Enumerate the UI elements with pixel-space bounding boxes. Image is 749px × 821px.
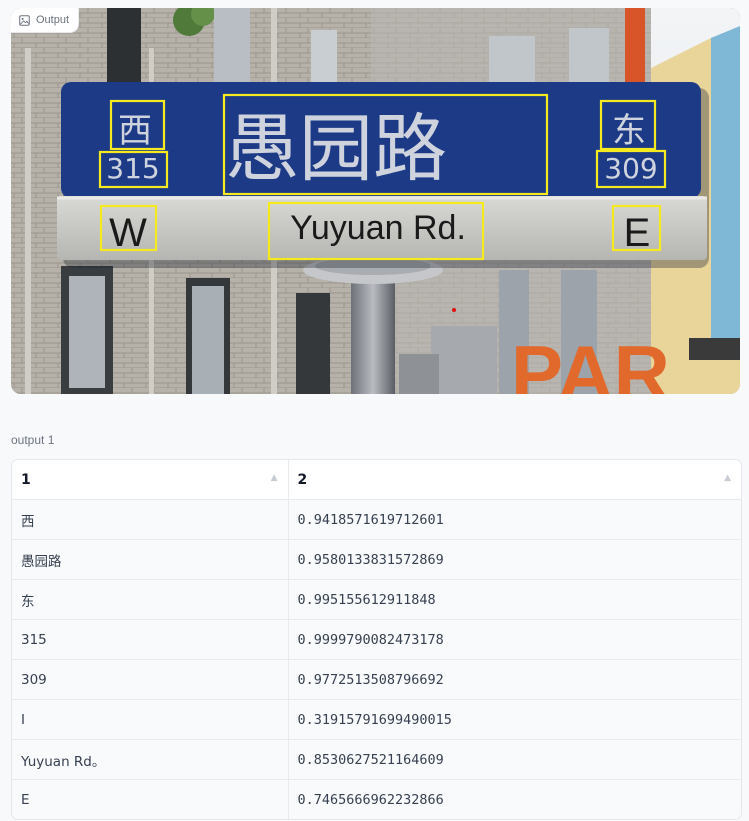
image-icon [19,14,30,26]
table-cell-score[interactable]: 0.7465666962232866 [288,780,741,820]
sort-icon[interactable]: ▲ [271,473,278,483]
table-cell-score[interactable]: 0.995155612911848 [288,579,741,620]
table-row: Yuyuan Rd。 0.8530627521164609 [12,739,741,780]
table-cell-text[interactable]: 315 [12,619,289,660]
east-char: 东 [612,111,646,151]
column-header-label: 1 [21,471,31,488]
east-letter: E [624,211,651,255]
table-row: 315 0.9999790082473178 [12,619,741,660]
column-header-1[interactable]: 1 ▲ [12,460,289,500]
sort-icon[interactable]: ▲ [724,473,731,483]
english-road-name: Yuyuan Rd. [290,209,466,247]
table-row: I 0.31915791699490015 [12,699,741,740]
table-cell-score[interactable]: 0.31915791699490015 [288,699,741,740]
table-cell-text[interactable]: 东 [12,579,289,620]
table-cell-text[interactable]: I [12,699,289,740]
results-table: 1 ▲ 2 ▲ 西 0.9418571619712601 愚园路 0.95801… [11,459,742,820]
table-row: 东 0.995155612911848 [12,579,741,620]
background-letters: PAR [511,329,670,394]
table-cell-score[interactable]: 0.9580133831572869 [288,539,741,580]
table-cell-text[interactable]: Yuyuan Rd。 [12,739,289,780]
west-char: 西 [118,111,152,151]
east-number: 309 [604,152,657,185]
table-cell-text[interactable]: E [12,779,289,819]
table-cell-text[interactable]: 愚园路 [12,539,289,580]
west-letter: W [109,211,147,255]
table-header-row: 1 ▲ 2 ▲ [12,460,741,500]
west-number: 315 [106,152,159,185]
output-label-text: Output [36,14,70,26]
chinese-road-name: 愚园路 [225,106,447,192]
output-image-panel: PAR 西 315 愚园路 东 309 W Yuyuan Rd. E Outpu… [11,8,740,394]
table-cell-score[interactable]: 0.9418571619712601 [288,499,741,540]
table-cell-score[interactable]: 0.8530627521164609 [288,739,741,780]
table-row: 309 0.9772513508796692 [12,659,741,700]
table-row: E 0.7465666962232866 [12,779,741,820]
output-label: Output [11,8,79,32]
table-row: 愚园路 0.9580133831572869 [12,539,741,580]
street-sign-photo: PAR 西 315 愚园路 东 309 W Yuyuan Rd. E [11,8,740,394]
table-cell-score[interactable]: 0.9999790082473178 [288,619,741,660]
table-caption: output 1 [11,433,55,447]
column-header-2[interactable]: 2 ▲ [288,460,741,500]
table-cell-text[interactable]: 西 [12,499,289,540]
table-cell-text[interactable]: 309 [12,659,289,700]
table-row: 西 0.9418571619712601 [12,499,741,540]
column-header-label: 2 [297,471,308,488]
table-cell-score[interactable]: 0.9772513508796692 [288,659,741,700]
